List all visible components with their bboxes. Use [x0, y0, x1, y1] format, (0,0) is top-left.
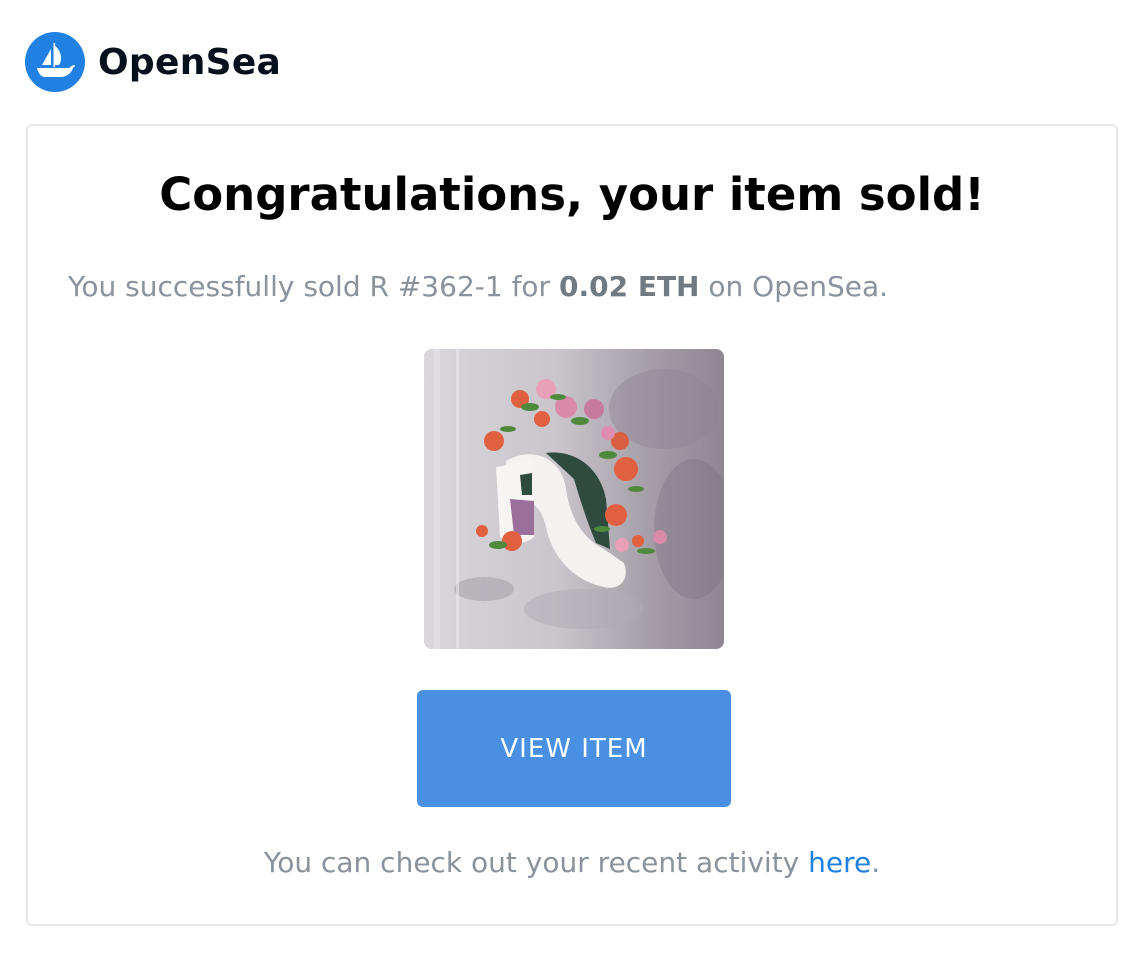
- email-page: OpenSea Congratulations, your item sold!…: [0, 0, 1148, 958]
- item-image[interactable]: [424, 349, 724, 649]
- recent-activity-text: You can check out your recent activity h…: [28, 846, 1116, 879]
- header: OpenSea: [25, 32, 281, 92]
- sale-message-prefix: You successfully sold R #362-1 for: [68, 270, 559, 303]
- sale-message: You successfully sold R #362-1 for 0.02 …: [68, 270, 888, 303]
- page-title: Congratulations, your item sold!: [159, 168, 985, 221]
- recent-activity-prefix: You can check out your recent activity: [263, 846, 809, 879]
- sale-price: 0.02 ETH: [558, 270, 700, 303]
- view-item-button[interactable]: VIEW ITEM: [417, 690, 731, 807]
- sale-notification-card: Congratulations, your item sold! You suc…: [26, 124, 1118, 926]
- recent-activity-link[interactable]: here: [808, 846, 871, 879]
- recent-activity-suffix: .: [871, 846, 881, 879]
- brand-name: OpenSea: [98, 41, 282, 83]
- sale-message-suffix: on OpenSea.: [699, 270, 889, 303]
- opensea-ship-icon[interactable]: [25, 32, 85, 92]
